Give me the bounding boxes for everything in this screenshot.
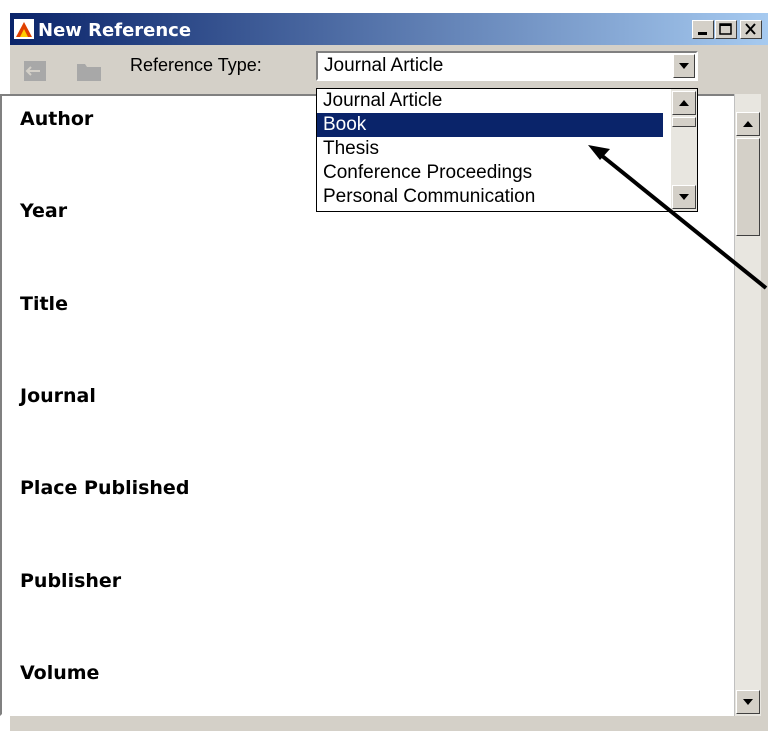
annotation-arrow [588, 145, 768, 290]
